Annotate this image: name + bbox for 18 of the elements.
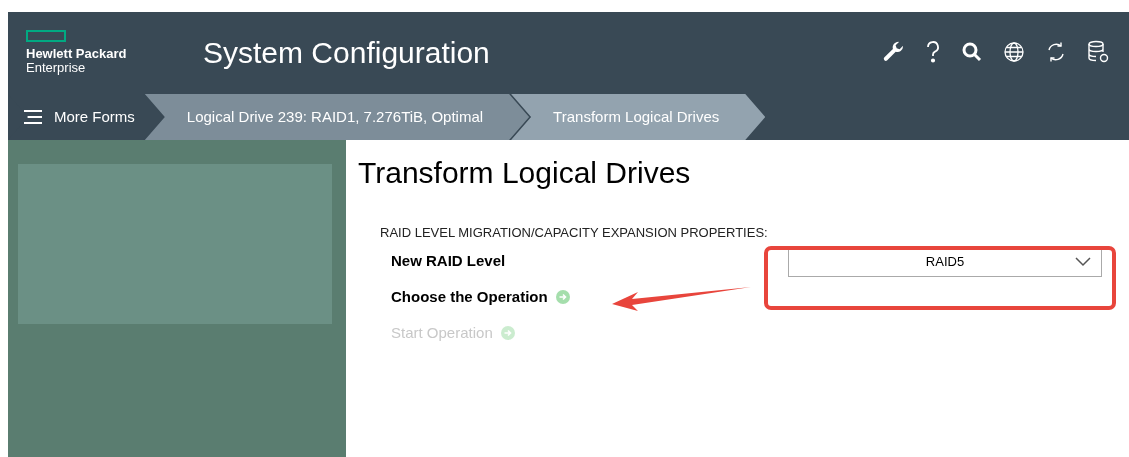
menu-icon (24, 110, 42, 124)
app-title: System Configuration (203, 34, 490, 71)
section-heading: RAID LEVEL MIGRATION/CAPACITY EXPANSION PROPERTIES: (380, 224, 769, 242)
logo-text: Hewlett Packard (26, 45, 128, 61)
globe-icon[interactable] (1003, 41, 1025, 63)
arrow-circle-icon (500, 326, 515, 341)
page-title: Transform Logical Drives (358, 155, 692, 191)
logo-text: Enterprise (26, 60, 87, 75)
operation-link[interactable]: Choose the Operation (391, 285, 548, 308)
refresh-icon[interactable] (1045, 41, 1067, 63)
field-label: New RAID Level (391, 251, 507, 272)
database-icon[interactable] (1087, 40, 1109, 64)
wrench-icon[interactable] (881, 40, 905, 64)
logo-rectangle-icon (26, 29, 66, 42)
help-icon[interactable] (925, 40, 941, 64)
chevron-down-icon (1075, 256, 1091, 267)
arrow-circle-icon (555, 289, 570, 304)
search-icon[interactable] (961, 41, 983, 63)
